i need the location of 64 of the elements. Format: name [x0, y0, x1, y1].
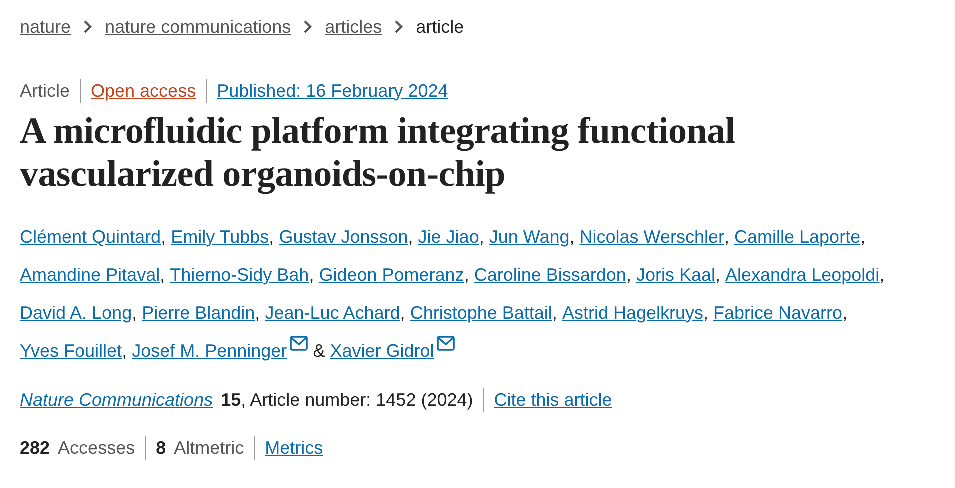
author-separator: ,	[132, 303, 138, 323]
article-type: Article	[20, 80, 70, 102]
breadcrumb-current: article	[416, 16, 464, 38]
author-link[interactable]: Pierre Blandin	[142, 300, 256, 326]
author-link[interactable]: Alexandra Leopoldi	[726, 262, 880, 288]
author-separator: &	[313, 341, 326, 361]
author-separator: ,	[703, 303, 708, 323]
cite-link[interactable]: Cite this article	[494, 386, 612, 414]
metrics-link[interactable]: Metrics	[265, 434, 324, 462]
author-link[interactable]: Yves Fouillet	[20, 338, 122, 364]
author-link[interactable]: Gustav Jonsson	[279, 224, 408, 250]
author-separator: ,	[400, 303, 406, 323]
author-separator: ,	[880, 265, 885, 285]
author-separator: ,	[269, 227, 274, 247]
author-link[interactable]: Christophe Battail	[410, 300, 552, 326]
author-link[interactable]: Jie Jiao	[418, 224, 480, 250]
author-link[interactable]: Gideon Pomeranz	[319, 262, 464, 288]
author-link[interactable]: David A. Long	[20, 300, 132, 326]
chevron-icon	[83, 20, 94, 34]
author-link[interactable]: Xavier Gidrol	[330, 336, 456, 364]
metric-label: Accesses	[58, 436, 136, 460]
author-link[interactable]: Josef M. Penninger	[132, 336, 308, 364]
author-link[interactable]: Jun Wang	[489, 224, 570, 250]
author-separator: ,	[570, 227, 575, 247]
author-link[interactable]: Fabrice Navarro	[714, 300, 843, 326]
author-separator: ,	[626, 265, 632, 285]
author-link[interactable]: Amandine Pitaval	[20, 262, 160, 288]
author-link[interactable]: Jean-Luc Achard	[265, 300, 400, 326]
author-link[interactable]: Camille Laporte	[734, 224, 861, 250]
author-link[interactable]: Clément Quintard	[20, 224, 162, 250]
author-separator: ,	[255, 303, 260, 323]
author-separator: ,	[842, 303, 848, 323]
author-link[interactable]: Nicolas Werschler	[580, 224, 724, 250]
author-separator: ,	[464, 265, 470, 285]
author-link[interactable]: Joris Kaal	[636, 262, 716, 288]
author-separator: ,	[122, 341, 128, 361]
chevron-icon	[303, 20, 314, 34]
metric-label: Altmetric	[174, 436, 244, 460]
author-link[interactable]: Astrid Hagelkruys	[562, 300, 704, 326]
author-separator: ,	[309, 265, 314, 285]
author-link[interactable]: Emily Tubbs	[171, 224, 270, 250]
author-separator: ,	[716, 265, 721, 285]
metric-count: 282	[20, 436, 50, 460]
author-link[interactable]: Thierno-Sidy Bah	[170, 262, 310, 288]
author-separator: ,	[408, 227, 414, 247]
open-access-link[interactable]: Open access	[91, 78, 196, 104]
metric-count: 8	[156, 436, 166, 460]
author-separator: ,	[552, 303, 558, 323]
breadcrumb-link[interactable]: nature communications	[105, 14, 292, 40]
envelope-icon[interactable]	[290, 336, 308, 351]
breadcrumb-link[interactable]: articles	[325, 14, 382, 40]
author-separator: ,	[860, 227, 866, 247]
author-separator: ,	[161, 227, 166, 247]
article-title: A microfluidic platform integrating functional vascularized organoids-on-chip	[20, 110, 736, 196]
author-link[interactable]: Caroline Bissardon	[474, 262, 626, 288]
breadcrumb-link[interactable]: nature	[20, 14, 72, 40]
author-separator: ,	[479, 227, 484, 247]
citation-details: 15, Article number: 1452 (2024)	[221, 388, 474, 412]
author-separator: ,	[724, 227, 730, 247]
chevron-icon	[394, 20, 404, 34]
envelope-icon[interactable]	[437, 336, 456, 351]
journal-link[interactable]: Nature Communications	[20, 386, 214, 414]
author-separator: ,	[160, 265, 166, 285]
published-date-link[interactable]: Published: 16 February 2024	[217, 78, 448, 104]
